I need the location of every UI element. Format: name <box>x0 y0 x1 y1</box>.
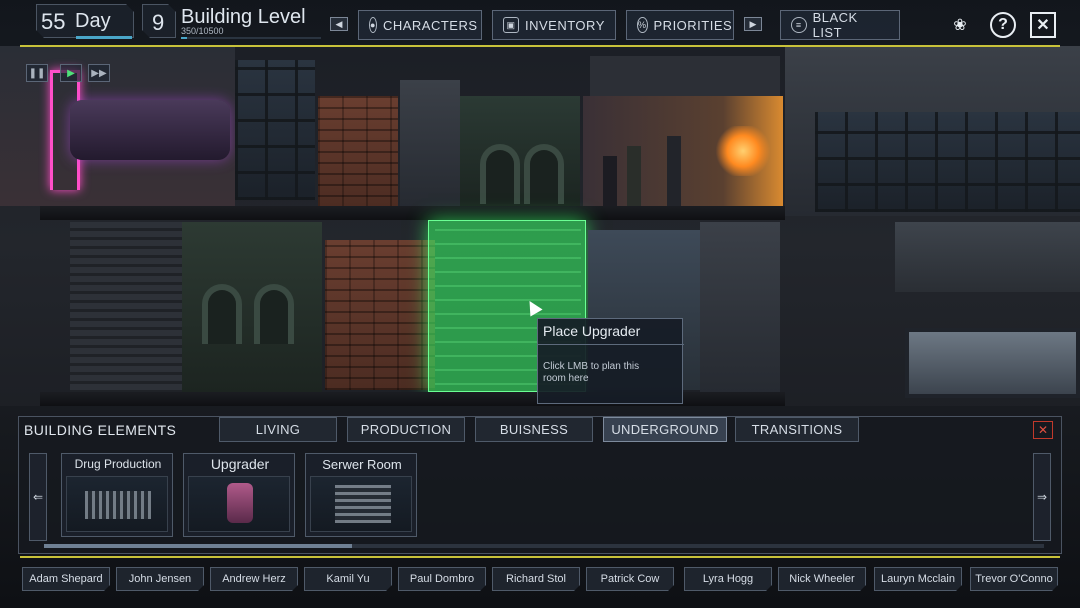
building-level-box: 9 <box>142 4 176 38</box>
placement-tooltip: Place Upgrader Click LMB to plan this ro… <box>537 318 683 404</box>
day-label: Day <box>75 10 111 33</box>
character-tab[interactable]: Trevor O'Conno <box>970 567 1058 591</box>
nav-prev-arrow[interactable]: ◀ <box>330 17 348 31</box>
close-panel-button[interactable]: ✕ <box>1033 421 1053 439</box>
soldier-figure <box>667 136 681 206</box>
character-tab[interactable]: Patrick Cow <box>586 567 674 591</box>
character-tab[interactable]: Lyra Hogg <box>684 567 772 591</box>
thumbnail-art <box>85 491 151 519</box>
arch <box>524 144 564 204</box>
element-card-upgrader[interactable]: Upgrader <box>183 453 295 537</box>
thumbnail-art <box>227 483 253 523</box>
scroll-right-arrow[interactable]: ⇒ <box>1033 453 1051 541</box>
play-button[interactable]: ▶ <box>60 64 82 82</box>
upper-room-green <box>460 96 580 208</box>
arch <box>202 284 242 344</box>
tab-living[interactable]: LIVING <box>219 417 337 442</box>
building-xp-bar <box>181 37 321 39</box>
pause-button[interactable]: ❚❚ <box>26 64 48 82</box>
card-title: Upgrader <box>184 454 296 474</box>
panel-title: BUILDING ELEMENTS <box>24 422 176 438</box>
building-xp-fill <box>181 37 187 39</box>
lower-brick-wall <box>325 240 435 390</box>
tab-production[interactable]: PRODUCTION <box>347 417 465 442</box>
tooltip-divider <box>538 344 684 345</box>
muzzle-flash <box>713 126 773 176</box>
priorities-label: PRIORITIES <box>654 18 733 33</box>
soldier-figure <box>627 146 641 206</box>
combat-room[interactable] <box>583 96 783 208</box>
scroll-left-arrow[interactable]: ⇐ <box>29 453 47 541</box>
upper-pillar <box>400 80 460 208</box>
day-number: 55 <box>41 9 65 35</box>
panel-scrollbar-thumb[interactable] <box>44 544 352 548</box>
thumbnail-art <box>335 485 391 523</box>
window-block <box>235 60 315 200</box>
character-tab[interactable]: Lauryn Mcclain <box>874 567 962 591</box>
character-tab[interactable]: Adam Shepard <box>22 567 110 591</box>
character-tab[interactable]: John Jensen <box>116 567 204 591</box>
black-list-button[interactable]: ≡ BLACK LIST <box>780 10 900 40</box>
tooltip-title: Place Upgrader <box>543 323 640 339</box>
upper-brick-wall <box>318 96 398 208</box>
character-tab[interactable]: Andrew Herz <box>210 567 298 591</box>
card-thumbnail <box>66 476 168 532</box>
priorities-icon: % <box>637 17 648 33</box>
building-level-number: 9 <box>152 10 164 36</box>
nav-next-arrow[interactable]: ▶ <box>744 17 762 31</box>
ac-units <box>895 222 1080 292</box>
billboard <box>905 328 1080 398</box>
help-icon[interactable]: ? <box>990 12 1016 38</box>
arch <box>254 284 294 344</box>
person-icon: ● <box>369 17 377 33</box>
tab-transitions[interactable]: TRANSITIONS <box>735 417 859 442</box>
building-elements-panel: BUILDING ELEMENTS LIVING PRODUCTION BUIS… <box>18 416 1062 554</box>
inventory-icon: ▣ <box>503 17 519 33</box>
day-counter: 55 Day <box>36 4 134 38</box>
lower-room-green <box>182 222 322 394</box>
inventory-button[interactable]: ▣ INVENTORY <box>492 10 616 40</box>
ceiling-vent <box>590 56 780 96</box>
character-tab[interactable]: Kamil Yu <box>304 567 392 591</box>
fast-forward-button[interactable]: ▶▶ <box>88 64 110 82</box>
bottom-accent-line <box>20 556 1060 558</box>
character-tab[interactable]: Nick Wheeler <box>778 567 866 591</box>
tab-underground[interactable]: UNDERGROUND <box>603 417 727 442</box>
character-tab[interactable]: Paul Dombro <box>398 567 486 591</box>
floor-slab <box>40 206 785 220</box>
top-accent-line <box>20 45 1060 47</box>
day-progress-bar <box>76 36 132 39</box>
shutter-wall <box>70 222 182 394</box>
tab-business[interactable]: BUISNESS <box>475 417 593 442</box>
priorities-button[interactable]: % PRIORITIES <box>626 10 734 40</box>
right-windows <box>815 112 1080 212</box>
black-list-label: BLACK LIST <box>813 10 889 40</box>
exit-icon[interactable]: ✕ <box>1030 12 1056 38</box>
hover-car <box>70 100 230 160</box>
arch <box>480 144 520 204</box>
building-xp: 350/10500 <box>181 26 224 36</box>
element-card-drug-production[interactable]: Drug Production <box>61 453 173 537</box>
flower-gear-icon[interactable]: ❀ <box>947 12 973 38</box>
inventory-label: INVENTORY <box>525 18 605 33</box>
element-card-server-room[interactable]: Serwer Room <box>305 453 417 537</box>
tooltip-body: Click LMB to plan this room here <box>543 361 653 385</box>
card-title: Serwer Room <box>306 454 418 474</box>
characters-label: CHARACTERS <box>383 18 478 33</box>
lower-right-machinery <box>700 222 780 394</box>
list-icon: ≡ <box>791 17 807 33</box>
soldier-figure <box>603 156 617 206</box>
character-tab[interactable]: Richard Stol <box>492 567 580 591</box>
characters-button[interactable]: ● CHARACTERS <box>358 10 482 40</box>
card-thumbnail <box>188 476 290 532</box>
card-title: Drug Production <box>62 454 174 474</box>
card-thumbnail <box>310 476 412 532</box>
